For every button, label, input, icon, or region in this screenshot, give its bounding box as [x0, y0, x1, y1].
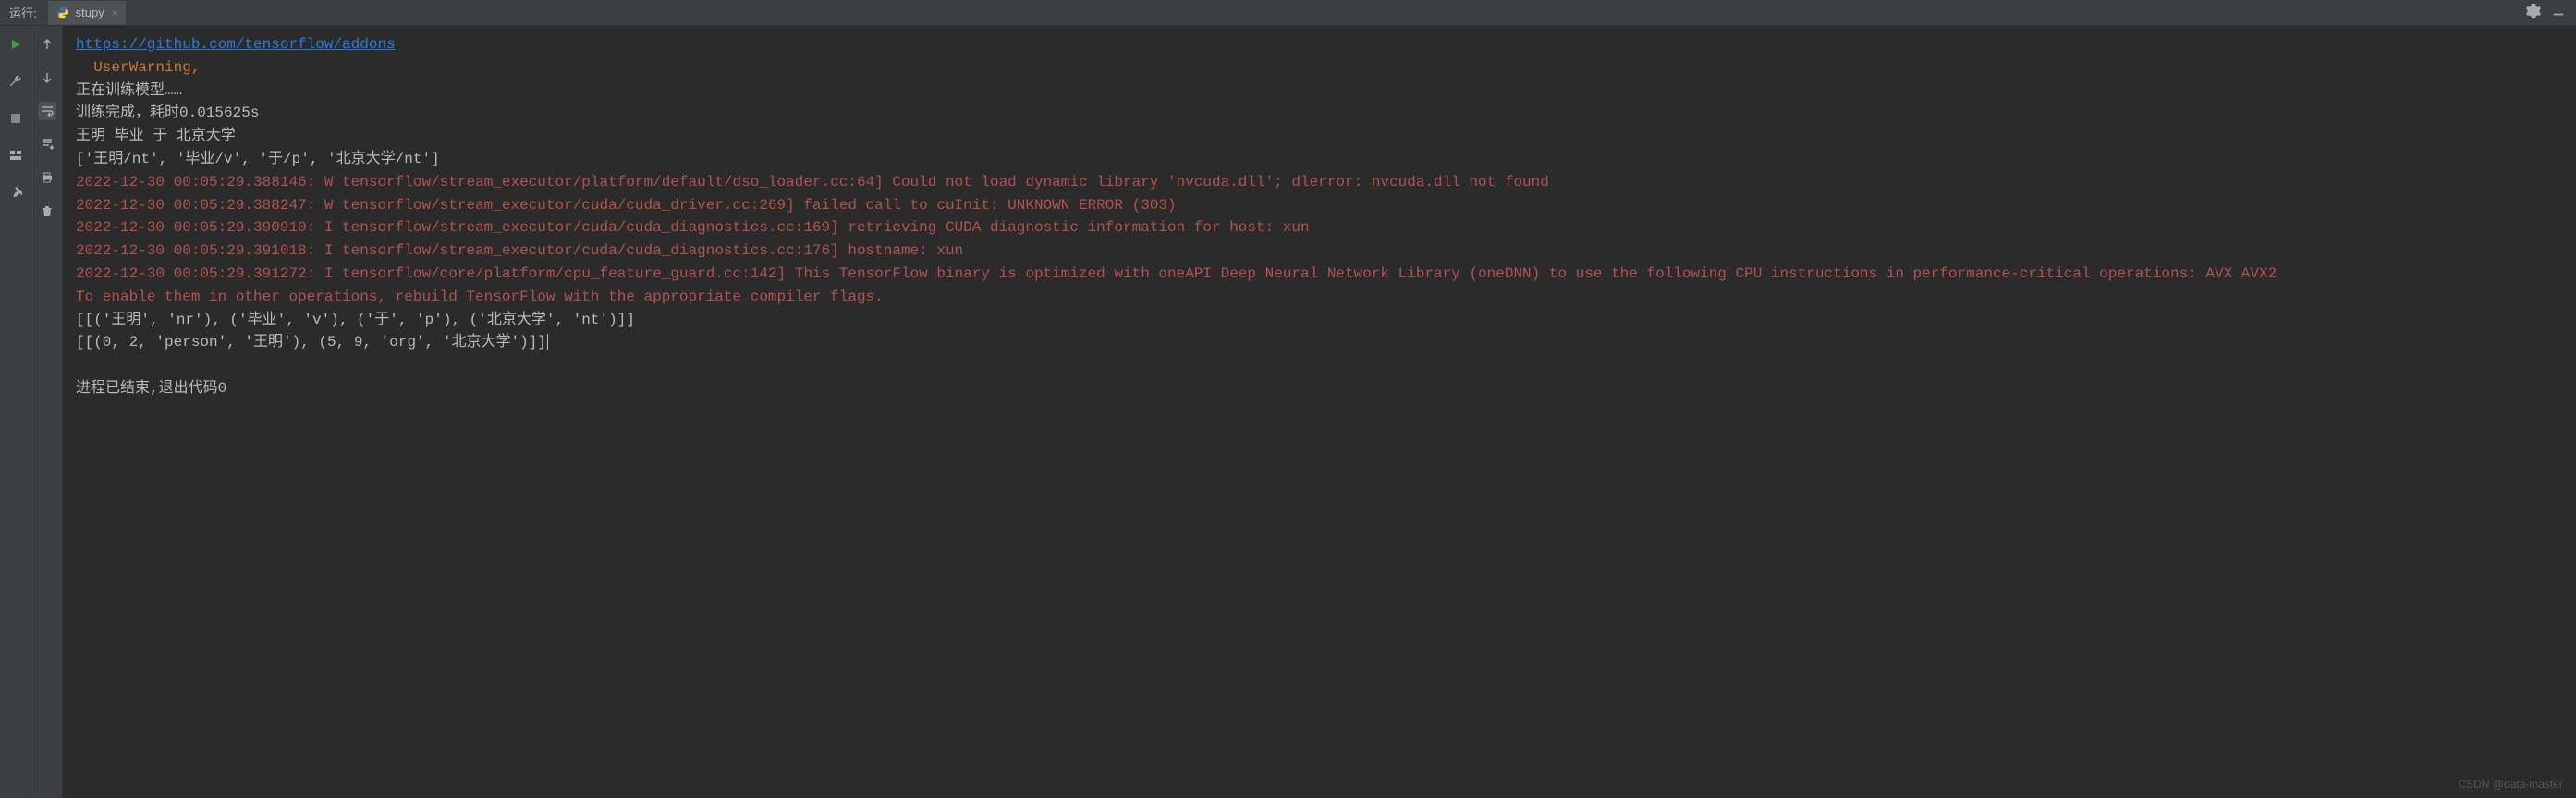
console-line: ['王明/nt', '毕业/v', '于/p', '北京大学/nt']: [76, 148, 2563, 171]
console-line: 2022-12-30 00:05:29.388146: W tensorflow…: [76, 171, 2563, 194]
left-gutter-secondary: [31, 26, 63, 798]
header-right-controls: [2526, 4, 2565, 21]
up-arrow-icon[interactable]: [38, 35, 56, 54]
run-tab-label: stupy: [76, 6, 104, 19]
python-file-icon: [55, 6, 70, 20]
console-line: https://github.com/tensorflow/addons: [76, 33, 2563, 56]
console-output[interactable]: https://github.com/tensorflow/addons Use…: [63, 26, 2576, 798]
url-link[interactable]: https://github.com/tensorflow/addons: [76, 36, 396, 53]
console-line: UserWarning,: [76, 56, 2563, 80]
gear-icon[interactable]: [2526, 4, 2541, 21]
text-cursor: [547, 334, 548, 350]
console-line: [[('王明', 'nr'), ('毕业', 'v'), ('于', 'p'),…: [76, 309, 2563, 332]
console-line: 训练完成，耗时0.015625s: [76, 102, 2563, 125]
left-gutter-primary: [0, 26, 31, 798]
console-line: To enable them in other operations, rebu…: [76, 286, 2563, 309]
console-line: 正在训练模型……: [76, 80, 2563, 103]
console-line: 2022-12-30 00:05:29.391272: I tensorflow…: [76, 263, 2563, 286]
print-icon[interactable]: [38, 168, 56, 187]
minimize-icon[interactable]: [2552, 5, 2565, 20]
wrench-icon[interactable]: [6, 72, 25, 91]
run-label: 运行:: [9, 4, 37, 21]
close-tab-icon[interactable]: ×: [112, 6, 118, 19]
run-tab[interactable]: stupy ×: [48, 1, 126, 25]
console-line: [[(0, 2, 'person', '王明'), (5, 9, 'org', …: [76, 331, 2563, 354]
soft-wrap-icon[interactable]: [38, 102, 56, 120]
rerun-icon[interactable]: [6, 35, 25, 54]
layout-icon[interactable]: [6, 146, 25, 165]
scroll-to-end-icon[interactable]: [38, 135, 56, 153]
main-area: https://github.com/tensorflow/addons Use…: [0, 26, 2576, 798]
console-line: 2022-12-30 00:05:29.391018: I tensorflow…: [76, 239, 2563, 263]
watermark: CSDN @data-master: [2458, 778, 2563, 791]
console-line: [76, 354, 2563, 377]
down-arrow-icon[interactable]: [38, 68, 56, 87]
stop-icon[interactable]: [6, 109, 25, 128]
console-line: 王明 毕业 于 北京大学: [76, 125, 2563, 148]
trash-icon[interactable]: [38, 202, 56, 220]
run-tool-header: 运行: stupy ×: [0, 0, 2576, 26]
console-line: 2022-12-30 00:05:29.388247: W tensorflow…: [76, 194, 2563, 217]
console-line: 进程已结束,退出代码0: [76, 377, 2563, 400]
pin-icon[interactable]: [6, 183, 25, 202]
console-line: 2022-12-30 00:05:29.390910: I tensorflow…: [76, 216, 2563, 239]
